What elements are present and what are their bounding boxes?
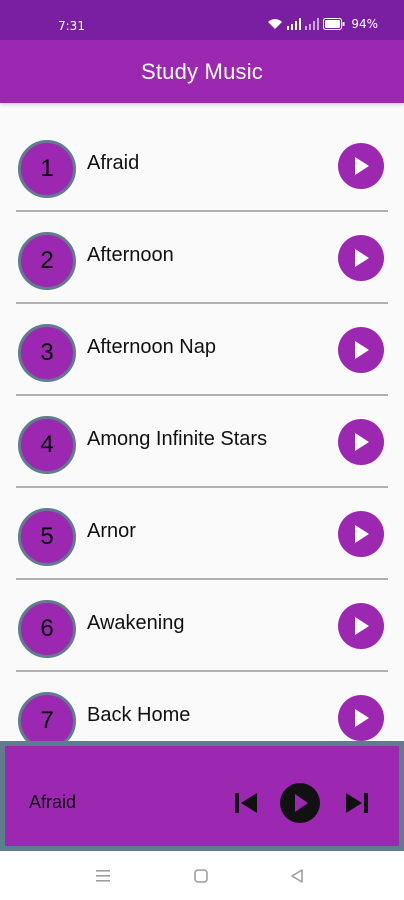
track-item[interactable]: 6 Awakening	[16, 580, 388, 672]
skip-next-button[interactable]	[340, 786, 374, 820]
play-icon	[355, 157, 369, 175]
play-button[interactable]	[338, 511, 384, 557]
recent-apps-button[interactable]	[92, 865, 114, 887]
track-list[interactable]: 1 Afraid 2 Afternoon 3 Afternoon Nap 4 A…	[0, 120, 404, 744]
app-screen: 7:31 94% Study Music 1 Afraid 2 Afternoo…	[0, 0, 404, 900]
track-title: Afternoon	[87, 244, 174, 266]
track-title: Awakening	[87, 612, 185, 634]
player-bar: Afraid	[0, 741, 404, 851]
skip-next-icon	[346, 793, 368, 813]
app-bar: Study Music	[0, 40, 404, 103]
play-button[interactable]	[338, 603, 384, 649]
track-number: 7	[18, 692, 76, 744]
play-button[interactable]	[338, 695, 384, 741]
play-icon	[295, 794, 308, 812]
play-button[interactable]	[338, 235, 384, 281]
track-title: Afternoon Nap	[87, 336, 216, 358]
track-number: 3	[18, 324, 76, 382]
play-pause-button[interactable]	[280, 783, 320, 823]
track-title: Afraid	[87, 152, 140, 174]
track-title: Back Home	[87, 704, 191, 726]
track-number: 5	[18, 508, 76, 566]
play-icon	[355, 249, 369, 267]
status-bar: 7:31 94%	[0, 0, 404, 40]
track-item[interactable]: 7 Back Home	[16, 672, 388, 744]
signal-icon	[305, 18, 320, 30]
now-playing-title: Afraid	[29, 792, 77, 812]
wifi-icon	[267, 18, 283, 30]
home-icon	[194, 869, 208, 883]
play-icon	[355, 341, 369, 359]
player-panel: Afraid	[5, 746, 399, 846]
track-number: 6	[18, 600, 76, 658]
signal-icon	[287, 18, 302, 30]
track-item[interactable]: 5 Arnor	[16, 488, 388, 580]
play-button[interactable]	[338, 419, 384, 465]
skip-previous-button[interactable]	[229, 786, 263, 820]
home-button[interactable]	[190, 865, 212, 887]
menu-icon	[96, 870, 110, 882]
app-title: Study Music	[140, 58, 264, 84]
track-item[interactable]: 4 Among Infinite Stars	[16, 396, 388, 488]
back-icon	[291, 869, 303, 883]
system-nav-bar	[0, 851, 404, 900]
play-icon	[355, 617, 369, 635]
track-item[interactable]: 2 Afternoon	[16, 212, 388, 304]
track-item[interactable]: 1 Afraid	[16, 120, 388, 212]
status-icons: 94%	[267, 17, 378, 31]
play-button[interactable]	[338, 327, 384, 373]
battery-icon	[323, 18, 345, 30]
track-number: 2	[18, 232, 76, 290]
skip-previous-icon	[235, 793, 257, 813]
status-time: 7:31	[58, 19, 85, 33]
track-item[interactable]: 3 Afternoon Nap	[16, 304, 388, 396]
track-number: 4	[18, 416, 76, 474]
back-button[interactable]	[286, 865, 308, 887]
track-number: 1	[18, 140, 76, 198]
play-icon	[355, 525, 369, 543]
play-button[interactable]	[338, 143, 384, 189]
battery-percentage: 94%	[351, 17, 378, 31]
track-title: Arnor	[87, 520, 136, 542]
track-title: Among Infinite Stars	[87, 428, 268, 450]
play-icon	[355, 709, 369, 727]
play-icon	[355, 433, 369, 451]
